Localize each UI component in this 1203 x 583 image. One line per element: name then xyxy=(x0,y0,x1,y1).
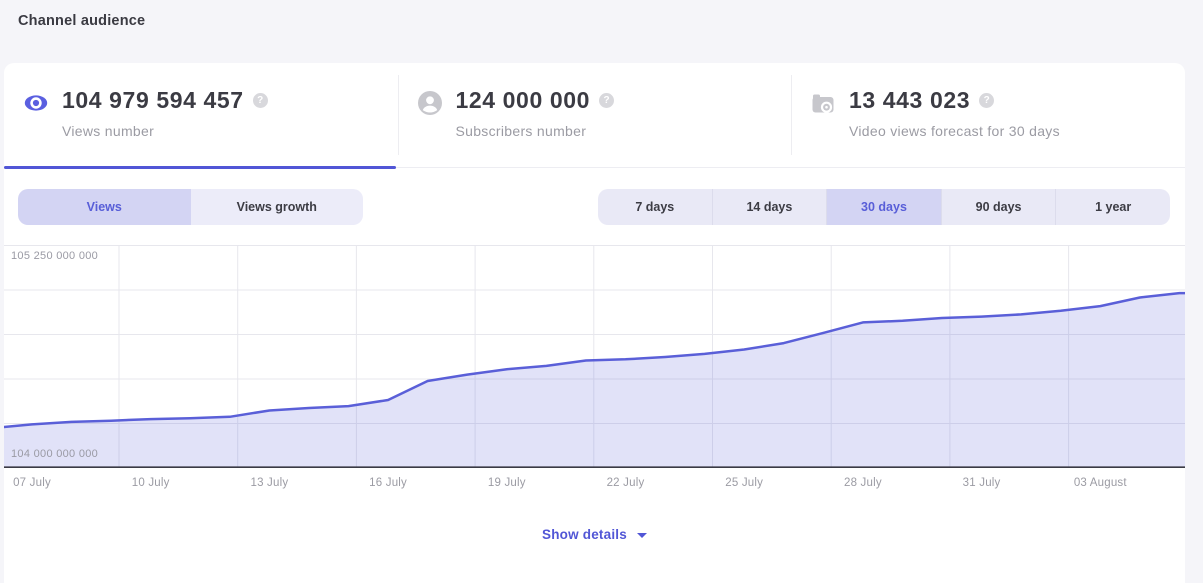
x-axis-label: 19 July xyxy=(488,477,526,489)
stat-views-forecast[interactable]: 13 443 023 ? Video views forecast for 30… xyxy=(791,63,1185,167)
y-axis-label-bottom: 104 000 000 000 xyxy=(11,448,98,460)
tab-views-growth[interactable]: Views growth xyxy=(191,189,364,225)
range-90-days[interactable]: 90 days xyxy=(941,189,1056,225)
views-chart-area: 105 250 000 000 104 000 000 000 xyxy=(4,245,1185,468)
range-30-days[interactable]: 30 days xyxy=(826,189,941,225)
range-1-year[interactable]: 1 year xyxy=(1055,189,1170,225)
page-title: Channel audience xyxy=(18,13,145,29)
subscribers-number-label: Subscribers number xyxy=(456,123,615,139)
views-number-label: Views number xyxy=(62,123,268,139)
x-axis-label: 31 July xyxy=(963,477,1001,489)
subscribers-number-value: 124 000 000 xyxy=(456,87,591,114)
stat-subscribers[interactable]: 124 000 000 ? Subscribers number xyxy=(398,63,792,167)
views-number-value: 104 979 594 457 xyxy=(62,87,244,114)
x-axis-label: 25 July xyxy=(725,477,763,489)
x-axis-label: 10 July xyxy=(132,477,170,489)
controls-row: ViewsViews growth 7 days14 days30 days90… xyxy=(4,189,1185,225)
views-area-chart[interactable] xyxy=(4,245,1185,468)
eye-icon xyxy=(24,91,48,115)
x-axis-label: 03 August xyxy=(1074,477,1127,489)
range-7-days[interactable]: 7 days xyxy=(598,189,712,225)
x-axis-labels: 07 July 10 July 13 July 16 July 19 July 22 Ju… xyxy=(4,468,1185,494)
stats-row: 104 979 594 457 ? Views number 124 000 0… xyxy=(4,63,1185,168)
channel-audience-card: 104 979 594 457 ? Views number 124 000 0… xyxy=(4,63,1185,583)
x-axis-label: 22 July xyxy=(607,477,645,489)
help-icon[interactable]: ? xyxy=(979,93,994,108)
camera-icon xyxy=(811,91,835,115)
help-icon[interactable]: ? xyxy=(599,93,614,108)
range-14-days[interactable]: 14 days xyxy=(712,189,827,225)
y-axis-label-top: 105 250 000 000 xyxy=(11,250,98,262)
x-axis-label: 13 July xyxy=(250,477,288,489)
user-icon xyxy=(418,91,442,115)
caret-down-icon xyxy=(637,533,647,538)
show-details-label: Show details xyxy=(542,527,627,542)
show-details-link[interactable]: Show details xyxy=(4,527,1185,542)
help-icon[interactable]: ? xyxy=(253,93,268,108)
views-forecast-label: Video views forecast for 30 days xyxy=(849,123,1060,139)
stat-views[interactable]: 104 979 594 457 ? Views number xyxy=(4,63,398,167)
x-axis-label: 28 July xyxy=(844,477,882,489)
views-forecast-value: 13 443 023 xyxy=(849,87,970,114)
x-axis-label: 07 July xyxy=(13,477,51,489)
view-tabs: ViewsViews growth xyxy=(18,189,363,225)
range-selector: 7 days14 days30 days90 days1 year xyxy=(598,189,1170,225)
active-tab-indicator xyxy=(4,166,396,169)
tab-views[interactable]: Views xyxy=(18,189,191,225)
x-axis-label: 16 July xyxy=(369,477,407,489)
